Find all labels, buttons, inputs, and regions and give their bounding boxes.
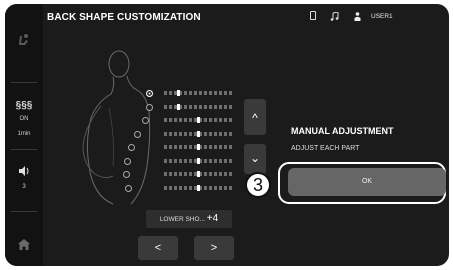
device-screen: §§§ ON 1min 3 BACK SHAPE CUSTOMIZATION U… <box>5 4 449 266</box>
adjust-marker <box>196 158 200 164</box>
adjust-bar-2 <box>164 104 234 110</box>
heat-duration: 1min <box>17 131 31 137</box>
chevron-up-icon: ^ <box>252 111 258 125</box>
part-value: +4 <box>206 213 219 224</box>
spine-point-7[interactable] <box>123 171 130 178</box>
adjust-bar-5 <box>164 144 234 150</box>
prev-button[interactable]: < <box>138 236 178 260</box>
step-callout: 3 <box>245 172 271 198</box>
adjust-bar-3 <box>164 117 234 123</box>
next-button[interactable]: > <box>194 236 234 260</box>
spine-point-6[interactable] <box>124 158 131 165</box>
sidebar-divider <box>11 149 37 150</box>
home-icon[interactable] <box>5 237 43 255</box>
adjust-marker <box>196 185 200 191</box>
page-title: BACK SHAPE CUSTOMIZATION <box>47 12 201 23</box>
panel-subtext: ADJUST EACH PART <box>291 145 360 152</box>
volume-level: 3 <box>22 184 26 190</box>
body-silhouette <box>82 50 151 205</box>
heat-waves-icon[interactable]: §§§ <box>5 100 43 111</box>
adjust-marker <box>196 171 200 177</box>
spine-point-2[interactable] <box>146 104 153 111</box>
music-note-icon <box>330 11 339 23</box>
panel-heading: MANUAL ADJUSTMENT <box>291 126 394 136</box>
adjust-bar-1 <box>164 90 234 96</box>
chevron-left-icon: < <box>154 242 162 254</box>
phone-icon <box>310 11 316 22</box>
sidebar-divider <box>11 82 37 83</box>
down-button[interactable]: ⌄ <box>244 144 266 174</box>
adjust-bar-6 <box>164 158 234 164</box>
adjust-marker <box>196 131 200 137</box>
adjust-bar-8 <box>164 185 234 191</box>
sidebar-divider <box>11 211 37 212</box>
spine-point-5[interactable] <box>128 144 135 151</box>
recline-chair-icon[interactable] <box>5 32 43 53</box>
sidebar: §§§ ON 1min 3 <box>5 4 43 266</box>
adjust-marker <box>196 117 200 123</box>
user-icon <box>354 12 361 23</box>
spine-point-8[interactable] <box>125 185 132 192</box>
part-label: LOWER SHO... <box>159 216 205 223</box>
chevron-right-icon: > <box>210 242 218 254</box>
up-button[interactable]: ^ <box>244 99 266 135</box>
adjust-marker <box>176 90 180 96</box>
adjust-bar-4 <box>164 131 234 137</box>
adjust-bar-7 <box>164 171 234 177</box>
speaker-icon[interactable] <box>5 164 43 182</box>
spine-point-3[interactable] <box>142 117 149 124</box>
spine-point-4[interactable] <box>134 131 141 138</box>
heat-status: ON <box>19 116 29 122</box>
user-label: USER1 <box>371 13 393 20</box>
adjust-marker <box>196 144 200 150</box>
ok-button[interactable]: OK <box>288 168 446 196</box>
adjust-marker <box>176 104 180 110</box>
selected-part: LOWER SHO... +4 <box>146 210 232 228</box>
spine-point-1[interactable] <box>146 90 153 97</box>
chevron-down-icon: ⌄ <box>249 151 261 165</box>
